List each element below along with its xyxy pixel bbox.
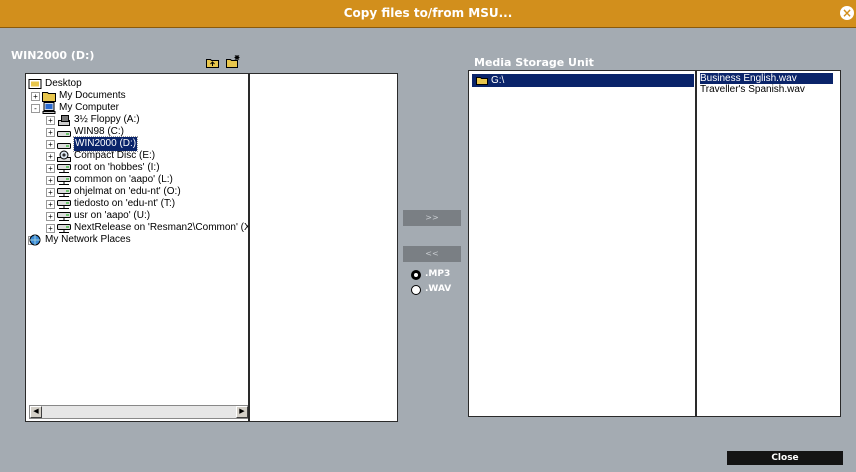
tree-item-label: My Network Places [45,234,131,245]
expand-icon[interactable]: + [46,188,55,197]
scroll-left-button[interactable]: ◀ [30,406,42,418]
left-pane-heading: WIN2000 (D:) [11,49,95,62]
network-drive-icon [57,212,71,221]
cd-icon [57,150,71,162]
radio-selected-icon [411,270,421,280]
scroll-right-button[interactable]: ▶ [236,406,248,418]
msu-file-item[interactable]: Traveller's Spanish.wav [700,84,805,95]
expand-icon[interactable]: + [46,164,55,173]
network-drive-icon [57,200,71,209]
expand-icon[interactable]: + [46,140,55,149]
copy-to-msu-button[interactable]: >> [403,210,461,226]
folder-icon [476,77,488,85]
expand-icon[interactable]: + [31,92,40,101]
expand-icon[interactable]: + [46,128,55,137]
expand-icon[interactable]: + [46,212,55,221]
title-bar: Copy files to/from MSU... × [0,0,856,28]
expand-icon[interactable]: + [46,224,55,233]
network-places-icon [29,234,41,246]
expand-icon[interactable]: + [46,200,55,209]
copy-from-msu-button[interactable]: << [403,246,461,262]
expand-icon[interactable]: + [46,152,55,161]
new-folder-icon[interactable] [226,55,241,68]
drive-icon [57,143,71,149]
computer-icon [42,102,56,114]
collapse-icon[interactable]: - [31,104,40,113]
close-window-icon[interactable]: × [840,6,854,20]
tree-horizontal-scrollbar[interactable]: ◀ ▶ [29,405,248,419]
close-button[interactable]: Close [727,451,843,465]
msu-file-item[interactable]: Business English.wav [700,73,833,84]
up-folder-icon[interactable] [206,57,219,68]
network-drive-icon [57,164,71,173]
desktop-icon [28,79,42,89]
file-list-pane[interactable] [249,73,398,422]
expand-icon[interactable]: + [46,176,55,185]
window-title: Copy files to/from MSU... [343,6,513,20]
folder-icon [42,92,56,102]
radio-unselected-icon [411,285,421,295]
drive-icon [57,131,71,137]
msu-drive-item[interactable]: G:\ [472,74,694,87]
expand-icon[interactable]: + [46,116,55,125]
msu-heading: Media Storage Unit [474,56,594,69]
network-drive-icon [57,188,71,197]
network-drive-icon [57,176,71,185]
floppy-icon [58,115,70,126]
folder-tree[interactable]: Desktop + My Documents - My Computer +3½ Flop… [25,73,249,422]
msu-folder-pane[interactable]: G:\ [468,70,696,417]
msu-file-list[interactable]: Business English.wav Traveller's Spanish… [696,70,841,417]
